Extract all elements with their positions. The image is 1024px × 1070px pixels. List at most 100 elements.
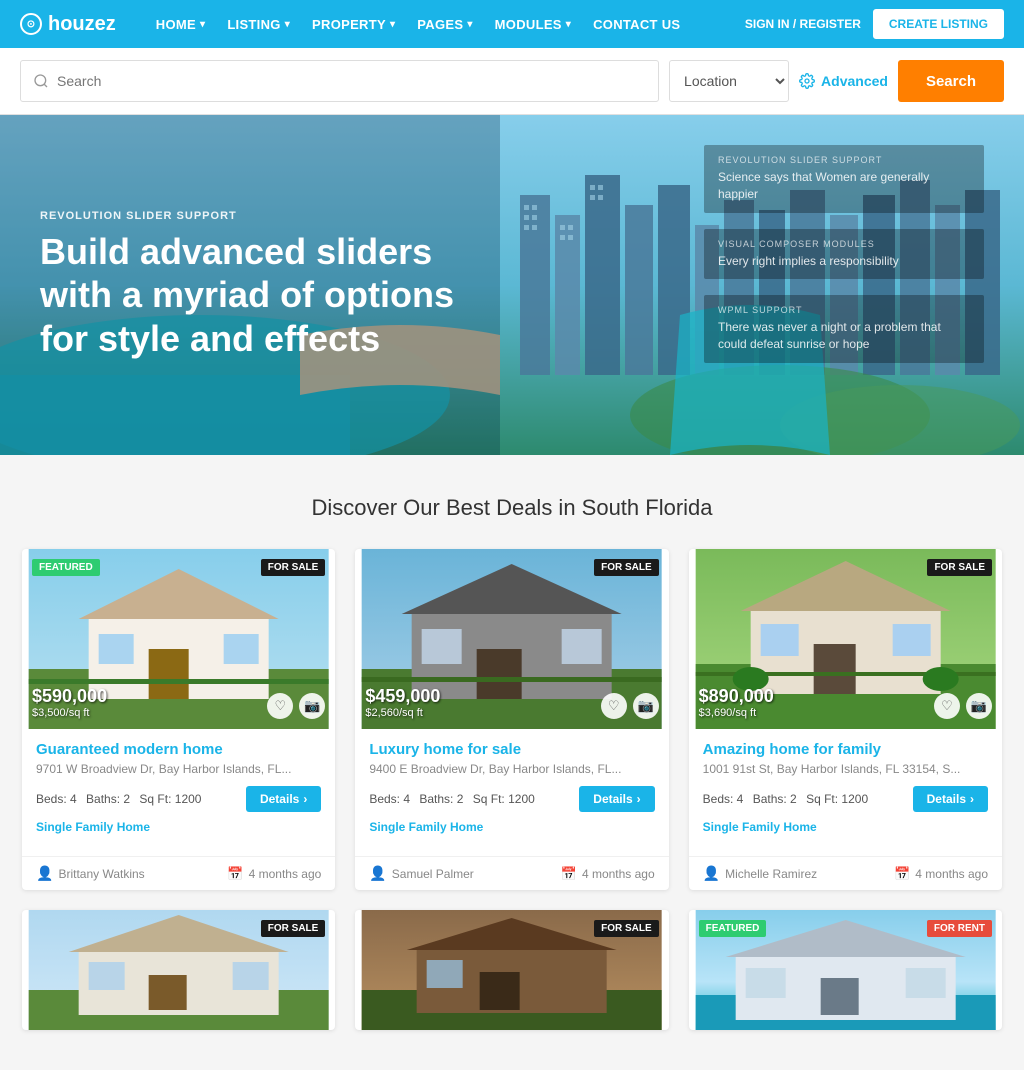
- card-time-1: 📅 4 months ago: [561, 866, 655, 882]
- card-type-2: Single Family Home: [703, 820, 988, 834]
- status-badge: FOR SALE: [927, 559, 992, 576]
- nav-links: HOME▾LISTING▾PROPERTY▾PAGES▾MODULES▾CONT…: [146, 0, 745, 48]
- card-image-1: FOR SALE $459,000 $2,560/sq ft ♡ 📷: [355, 549, 668, 729]
- card-title-0[interactable]: Guaranteed modern home: [36, 741, 321, 758]
- card-body-1: Luxury home for sale 9400 E Broadview Dr…: [355, 729, 668, 856]
- property-card-1: FOR SALE $459,000 $2,560/sq ft ♡ 📷 Luxur…: [355, 549, 668, 890]
- card-action-icons: ♡ 📷: [934, 693, 992, 719]
- user-icon: 👤: [36, 865, 53, 882]
- hero-panel-body-1: Every right implies a responsibility: [718, 253, 970, 270]
- nav-item-pages[interactable]: PAGES▾: [407, 0, 482, 48]
- nav-item-modules[interactable]: MODULES▾: [485, 0, 581, 48]
- hero-panel-1: VISUAL COMPOSER MODULES Every right impl…: [704, 229, 984, 280]
- details-button-0[interactable]: Details ›: [246, 786, 321, 812]
- card-action-icons: ♡ 📷: [267, 693, 325, 719]
- favorite-button[interactable]: ♡: [601, 693, 627, 719]
- hero-panel-2: WPML SUPPORT There was never a night or …: [704, 295, 984, 363]
- gear-icon: [799, 73, 815, 89]
- card-time-2: 📅 4 months ago: [894, 866, 988, 882]
- deals-title: Discover Our Best Deals in South Florida: [20, 495, 1004, 521]
- card-action-icons: ♡ 📷: [601, 693, 659, 719]
- property-card-0: FEATURED FOR SALE $590,000 $3,500/sq ft …: [22, 549, 335, 890]
- nav-item-contact-us[interactable]: CONTACT US: [583, 0, 690, 48]
- card-body-2: Amazing home for family 1001 91st St, Ba…: [689, 729, 1002, 856]
- search-icon: [33, 73, 49, 89]
- card-details-row-1: Beds: 4 Baths: 2 Sq Ft: 1200 Details ›: [369, 786, 654, 812]
- bottom-card-1: FOR SALE: [355, 910, 668, 1030]
- card-footer-2: 👤 Michelle Ramirez 📅 4 months ago: [689, 856, 1002, 890]
- hero-panel-sub-1: VISUAL COMPOSER MODULES: [718, 239, 970, 249]
- beds-label: Beds: 4: [36, 792, 77, 806]
- photo-button[interactable]: 📷: [299, 693, 325, 719]
- card-price-sub: $2,560/sq ft: [365, 707, 440, 719]
- search-bar: Location Advanced Search: [0, 48, 1024, 115]
- calendar-icon: 📅: [227, 866, 243, 882]
- chevron-down-icon: ▾: [467, 19, 472, 30]
- card-footer-1: 👤 Samuel Palmer 📅 4 months ago: [355, 856, 668, 890]
- bottom-card-0: FOR SALE: [22, 910, 335, 1030]
- card-price-1: $459,000 $2,560/sq ft: [365, 686, 440, 719]
- card-title-1[interactable]: Luxury home for sale: [369, 741, 654, 758]
- favorite-button[interactable]: ♡: [934, 693, 960, 719]
- card-agent-2: 👤 Michelle Ramirez: [703, 865, 817, 882]
- property-cards-grid: FEATURED FOR SALE $590,000 $3,500/sq ft …: [22, 549, 1002, 890]
- status-badge: FOR SALE: [261, 920, 326, 937]
- card-time-0: 📅 4 months ago: [227, 866, 321, 882]
- card-address-0: 9701 W Broadview Dr, Bay Harbor Islands,…: [36, 762, 321, 776]
- hero-panel-body-0: Science says that Women are generally ha…: [718, 169, 970, 203]
- nav-item-property[interactable]: PROPERTY▾: [302, 0, 405, 48]
- status-badge: FOR SALE: [594, 920, 659, 937]
- create-listing-button[interactable]: CREATE LISTING: [873, 9, 1004, 39]
- logo[interactable]: ⊙ houzez: [20, 13, 116, 36]
- card-image-0: FEATURED FOR SALE $590,000 $3,500/sq ft …: [22, 549, 335, 729]
- search-input[interactable]: [57, 73, 646, 89]
- chevron-right-icon: ›: [970, 792, 974, 806]
- photo-button[interactable]: 📷: [966, 693, 992, 719]
- chevron-down-icon: ▾: [285, 19, 290, 30]
- logo-icon: ⊙: [20, 13, 42, 35]
- baths-label: Baths: 2: [753, 792, 797, 806]
- nav-item-listing[interactable]: LISTING▾: [217, 0, 300, 48]
- chevron-right-icon: ›: [637, 792, 641, 806]
- beds-label: Beds: 4: [703, 792, 744, 806]
- time-ago: 4 months ago: [915, 867, 988, 881]
- bottom-card-img-2: FEATURED FOR RENT: [689, 910, 1002, 1030]
- hero-section: REVOLUTION SLIDER SUPPORT Build advanced…: [0, 115, 1024, 455]
- chevron-down-icon: ▾: [390, 19, 395, 30]
- baths-label: Baths: 2: [419, 792, 463, 806]
- photo-button[interactable]: 📷: [633, 693, 659, 719]
- card-price-main: $890,000: [699, 686, 774, 707]
- deals-section: Discover Our Best Deals in South Florida…: [0, 455, 1024, 1070]
- sqft-label: Sq Ft: 1200: [139, 792, 201, 806]
- card-image-2: FOR SALE $890,000 $3,690/sq ft ♡ 📷: [689, 549, 1002, 729]
- card-specs-2: Beds: 4 Baths: 2 Sq Ft: 1200: [703, 792, 874, 806]
- brand-name: houzez: [48, 13, 116, 36]
- status-badge: FOR RENT: [927, 920, 992, 937]
- sqft-label: Sq Ft: 1200: [806, 792, 868, 806]
- card-agent-0: 👤 Brittany Watkins: [36, 865, 145, 882]
- user-icon: 👤: [703, 865, 720, 882]
- card-title-2[interactable]: Amazing home for family: [703, 741, 988, 758]
- favorite-button[interactable]: ♡: [267, 693, 293, 719]
- search-button[interactable]: Search: [898, 60, 1004, 102]
- sign-in-link[interactable]: SIGN IN / REGISTER: [745, 17, 861, 31]
- featured-badge: FEATURED: [699, 920, 767, 937]
- card-price-main: $459,000: [365, 686, 440, 707]
- nav-item-home[interactable]: HOME▾: [146, 0, 216, 48]
- hero-sub-label: REVOLUTION SLIDER SUPPORT: [40, 210, 460, 222]
- bottom-card-img-1: FOR SALE: [355, 910, 668, 1030]
- advanced-button[interactable]: Advanced: [799, 73, 888, 89]
- location-select[interactable]: Location: [669, 60, 789, 102]
- card-footer-0: 👤 Brittany Watkins 📅 4 months ago: [22, 856, 335, 890]
- details-button-2[interactable]: Details ›: [913, 786, 988, 812]
- bottom-card-img-0: FOR SALE: [22, 910, 335, 1030]
- baths-label: Baths: 2: [86, 792, 130, 806]
- card-specs-0: Beds: 4 Baths: 2 Sq Ft: 1200: [36, 792, 207, 806]
- featured-badge: FEATURED: [32, 559, 100, 576]
- card-details-row-2: Beds: 4 Baths: 2 Sq Ft: 1200 Details ›: [703, 786, 988, 812]
- card-body-0: Guaranteed modern home 9701 W Broadview …: [22, 729, 335, 856]
- hero-panel-sub-0: REVOLUTION SLIDER SUPPORT: [718, 155, 970, 165]
- agent-name: Samuel Palmer: [392, 867, 474, 881]
- property-card-2: FOR SALE $890,000 $3,690/sq ft ♡ 📷 Amazi…: [689, 549, 1002, 890]
- details-button-1[interactable]: Details ›: [579, 786, 654, 812]
